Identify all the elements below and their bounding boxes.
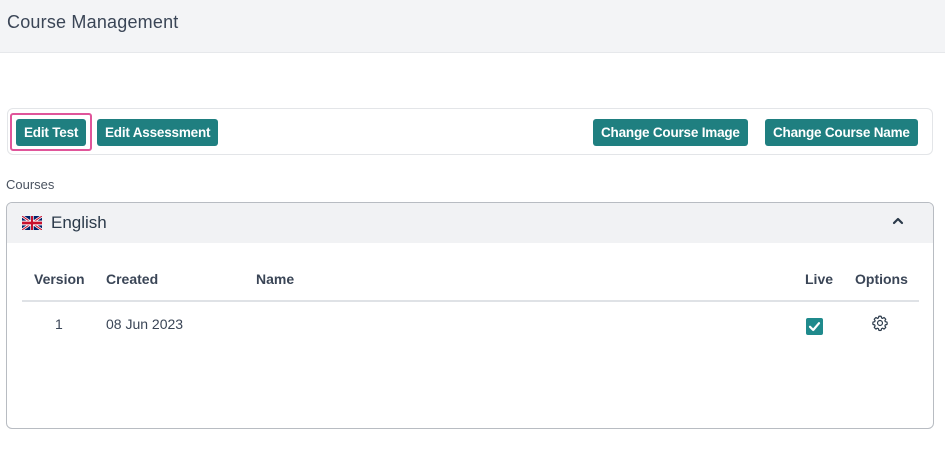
column-header-name: Name bbox=[256, 271, 295, 287]
course-toolbar: Edit Test Edit Assessment Change Course … bbox=[7, 108, 933, 155]
row-version: 1 bbox=[55, 316, 63, 332]
courses-label: Courses bbox=[6, 177, 55, 192]
column-header-created: Created bbox=[106, 271, 159, 287]
edit-assessment-button[interactable]: Edit Assessment bbox=[97, 119, 219, 146]
chevron-up-icon[interactable] bbox=[889, 212, 907, 230]
edit-test-button[interactable]: Edit Test bbox=[16, 119, 87, 146]
row-created-date: 08 Jun 2023 bbox=[106, 316, 184, 332]
live-checkbox[interactable] bbox=[806, 318, 823, 335]
uk-flag-icon bbox=[22, 216, 42, 230]
language-accordion-header[interactable]: English bbox=[7, 203, 933, 243]
change-course-image-button[interactable]: Change Course Image bbox=[593, 119, 748, 146]
gear-icon[interactable] bbox=[871, 314, 889, 332]
column-header-live: Live bbox=[805, 271, 834, 287]
change-course-name-button[interactable]: Change Course Name bbox=[765, 119, 918, 146]
checkmark-icon bbox=[808, 322, 821, 332]
column-header-version: Version bbox=[34, 271, 85, 287]
column-header-options: Options bbox=[855, 271, 908, 287]
course-language: English bbox=[51, 213, 107, 232]
page-header: Course Management bbox=[0, 0, 945, 53]
table-header-divider bbox=[22, 300, 919, 302]
course-panel: English Version Created Name Live Option… bbox=[6, 202, 934, 429]
page-title: Course Management bbox=[7, 12, 179, 32]
